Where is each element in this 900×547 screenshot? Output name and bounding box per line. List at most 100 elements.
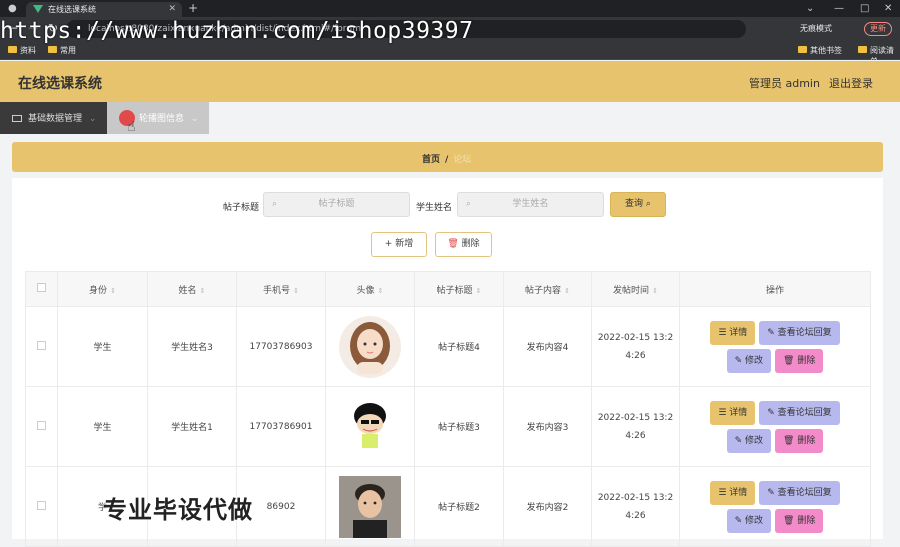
update-button[interactable]: 更新 [864,22,892,36]
cell-post-time: 2022-02-15 13:2 4:26 [591,466,680,547]
student-name-input[interactable]: ⌕ 学生姓名 [457,192,604,217]
cell-post-title: 帖子标题4 [414,306,504,387]
breadcrumb: 首页 / 论坛 [12,142,883,172]
sort-icon: ⇕ [110,286,116,295]
table-header: 身份 ⇕ 姓名 ⇕ 手机号 ⇕ 头像 ⇕ 帖子标题 ⇕ 帖子内容 ⇕ 发帖时间 ⇕ 操作 [25,271,871,307]
delete-button[interactable]: 🗑 删除 [435,232,492,257]
cell-avatar [325,386,415,467]
chevron-down-icon: ⌄ [88,114,97,124]
app-header: 在线选课系统 管理员 admin 退出登录 [0,61,900,102]
chevron-down-icon[interactable]: ⌄ [806,0,814,17]
cell-name: 学生姓名1 [147,386,237,467]
menu-basic-data[interactable]: 基础数据管理 ⌄ [0,102,107,134]
query-button[interactable]: 查询 ⌕ [610,192,666,217]
edit-button[interactable]: ✎ 修改 [726,428,772,453]
row-checkbox[interactable] [25,466,58,547]
column-header: 操作 [679,271,871,307]
browser-tab[interactable]: 在线选课系统 ✕ [26,2,182,17]
column-header[interactable]: 帖子内容 ⇕ [503,271,592,307]
cell-role: 学生 [57,386,148,467]
cell-post-content: 发布内容4 [503,306,592,387]
bookmark-item[interactable]: 常用 [48,45,76,56]
sort-icon: ⇕ [199,286,206,295]
sort-icon: ⇕ [293,286,299,295]
detail-button[interactable]: ☰ 详情 [710,400,756,425]
row-delete-button[interactable]: 🗑 删除 [775,428,824,453]
cell-post-time: 2022-02-15 13:2 4:26 [591,386,680,467]
select-all-checkbox[interactable] [25,271,58,307]
column-header[interactable]: 姓名 ⇕ [147,271,237,307]
browser-menu-icon[interactable]: ● [8,0,17,17]
table-row: 学生 学生姓名3 17703786903 帖子标题4 发布内容4 2022-02… [25,306,871,387]
column-header[interactable]: 手机号 ⇕ [236,271,326,307]
view-replies-button[interactable]: ✎ 查看论坛回复 [759,480,840,505]
browser-tab-bar: ● 在线选课系统 ✕ + ⌄ — □ ✕ [0,0,900,17]
bookmark-item[interactable]: 资料 [8,45,36,56]
maximize-icon[interactable]: □ [860,0,869,17]
cartoon-avatar-image[interactable] [339,395,401,458]
cell-post-content: 发布内容3 [503,386,592,467]
admin-label: 管理员 admin [749,77,820,90]
cell-phone: 17703786903 [236,306,326,387]
column-header[interactable]: 身份 ⇕ [57,271,148,307]
edit-button[interactable]: ✎ 修改 [726,348,772,373]
bookmark-item[interactable]: 其他书签 [798,45,842,56]
row-delete-button[interactable]: 🗑 删除 [775,348,824,373]
view-replies-button[interactable]: ✎ 查看论坛回复 [759,320,840,345]
cell-post-title: 帖子标题3 [414,386,504,467]
cell-post-time: 2022-02-15 13:2 4:26 [591,306,680,387]
new-tab-icon[interactable]: + [188,0,198,17]
overlay-watermark-text: 专业毕设代做 [103,496,253,524]
column-header[interactable]: 帖子标题 ⇕ [414,271,504,307]
add-button[interactable]: + 新增 [371,232,427,257]
chevron-down-icon: ⌄ [190,114,199,124]
top-menu: 基础数据管理 ⌄ 轮播图信息 ⌄ [0,102,209,134]
mail-icon [12,115,22,122]
trash-icon: 🗑 [447,239,459,249]
incognito-label: 无痕模式 [800,24,832,33]
vue-logo-icon [33,5,43,13]
row-delete-button[interactable]: 🗑 删除 [775,508,824,533]
sort-icon: ⇕ [475,286,482,295]
cell-post-title: 帖子标题2 [414,466,504,547]
cell-actions: ☰ 详情 ✎ 查看论坛回复 ✎ 修改 🗑 删除 [679,306,871,387]
sort-icon: ⇕ [564,286,570,295]
boy-avatar-image[interactable] [339,475,401,538]
cell-actions: ☰ 详情 ✎ 查看论坛回复 ✎ 修改 🗑 删除 [679,386,871,467]
cell-avatar [325,306,415,387]
sort-icon: ⇕ [377,286,384,295]
search-icon: ⌕ [645,199,651,209]
logout-link[interactable]: 退出登录 [829,75,873,91]
column-header[interactable]: 发帖时间 ⇕ [591,271,680,307]
sort-icon: ⇕ [652,286,658,295]
detail-button[interactable]: ☰ 详情 [710,480,756,505]
hand-cursor-icon: ☝ [127,119,136,135]
cell-avatar [325,466,415,547]
view-replies-button[interactable]: ✎ 查看论坛回复 [759,400,840,425]
cell-post-content: 发布内容2 [503,466,592,547]
breadcrumb-current: 论坛 [453,155,472,165]
breadcrumb-home[interactable]: 首页 [422,155,440,165]
close-tab-icon[interactable]: ✕ [168,2,176,17]
detail-button[interactable]: ☰ 详情 [710,320,756,345]
girl-avatar-image[interactable] [339,315,401,378]
minimize-icon[interactable]: — [834,0,844,17]
cell-role: 学生 [57,306,148,387]
search-icon: ⌕ [466,199,472,209]
search-icon: ⌕ [272,199,278,209]
breadcrumb-separator: / [445,155,449,165]
row-checkbox[interactable] [25,386,58,467]
plus-icon: + [384,239,393,249]
edit-button[interactable]: ✎ 修改 [726,508,772,533]
menu-label: 基础数据管理 [28,114,83,124]
cell-phone: 17703786901 [236,386,326,467]
menu-carousel[interactable]: 轮播图信息 ⌄ [107,102,209,134]
row-checkbox[interactable] [25,306,58,387]
column-header[interactable]: 头像 ⇕ [325,271,415,307]
cell-actions: ☰ 详情 ✎ 查看论坛回复 ✎ 修改 🗑 删除 [679,466,871,547]
app-title: 在线选课系统 [18,76,102,92]
post-title-input[interactable]: ⌕ 帖子标题 [263,192,410,217]
close-window-icon[interactable]: ✕ [884,0,892,17]
url-watermark: https://www.huzhan.com/ishop39397 [0,18,474,44]
tab-title: 在线选课系统 [48,5,96,14]
